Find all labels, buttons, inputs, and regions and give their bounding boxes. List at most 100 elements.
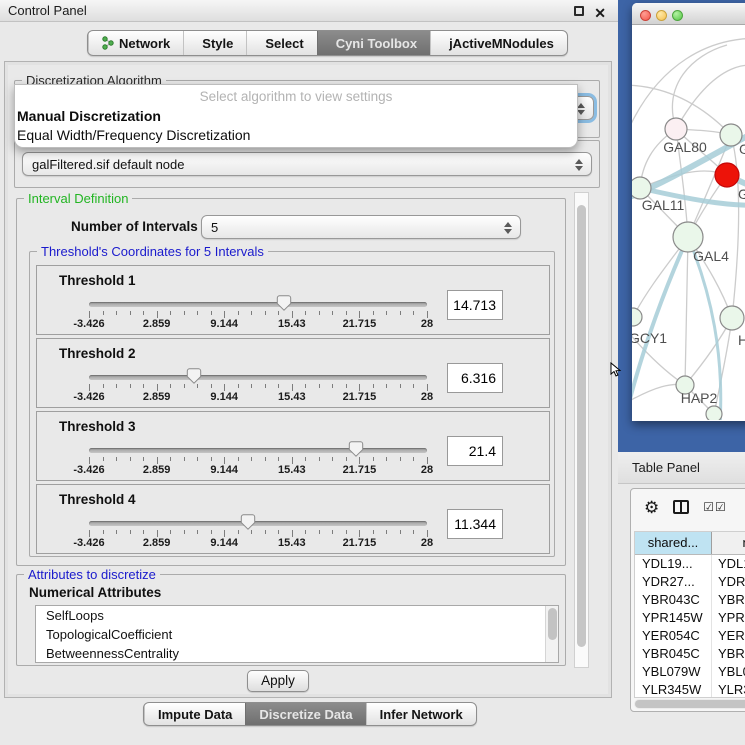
threshold-value-input[interactable] <box>447 290 503 320</box>
network-edge[interactable] <box>672 45 727 129</box>
cell-name[interactable]: YDR2 <box>712 573 745 591</box>
threshold-value-input[interactable] <box>447 363 503 393</box>
slider-track[interactable] <box>89 302 427 307</box>
network-svg[interactable]: GAL80GAGGAL11GAL4GCY1HHAP2 <box>632 25 745 420</box>
table-row[interactable]: YDR27... YDR2 <box>635 573 745 591</box>
column-header-shared-name[interactable]: shared... <box>635 532 712 554</box>
attribute-item[interactable]: TopologicalCoefficient <box>36 625 558 644</box>
slider-thumb[interactable] <box>186 368 201 384</box>
cell-name[interactable]: YBR0 <box>712 645 745 663</box>
network-node-label: H <box>738 332 745 348</box>
network-node[interactable] <box>720 306 744 330</box>
slider-track[interactable] <box>89 521 427 526</box>
control-panel-tab[interactable]: Style <box>183 31 246 55</box>
column-header-name[interactable]: na <box>712 532 745 554</box>
number-of-intervals-select[interactable]: 5 <box>201 215 521 239</box>
threshold-slider[interactable]: -3.426 2.859 9.144 15.43 21.715 <box>89 369 427 403</box>
tick-mark <box>197 457 198 461</box>
close-traffic-light[interactable] <box>640 10 651 21</box>
tick-mark <box>211 384 212 388</box>
numerical-attributes-list[interactable]: SelfLoops TopologicalCoefficient Between… <box>35 605 559 663</box>
cell-name[interactable]: YLR3 <box>712 681 745 698</box>
threshold-value-input[interactable] <box>447 436 503 466</box>
slider-track[interactable] <box>89 448 427 453</box>
close-icon[interactable]: ✕ <box>594 2 606 24</box>
control-panel-tab[interactable]: Cyni Toolbox <box>317 31 430 55</box>
algorithm-option[interactable]: Equal Width/Frequency Discretization <box>15 126 577 145</box>
threshold-slider[interactable]: -3.426 2.859 9.144 15.43 21.715 <box>89 296 427 330</box>
attribute-item[interactable]: SelfLoops <box>36 606 558 625</box>
cyni-bottom-tab[interactable]: Impute Data <box>144 703 245 725</box>
tick-mark <box>211 311 212 315</box>
tick-mark <box>292 384 293 391</box>
cell-name[interactable]: YPR1 <box>712 609 745 627</box>
network-node[interactable] <box>715 163 739 187</box>
network-window-titlebar[interactable] <box>632 3 745 25</box>
tick-label: 21.715 <box>343 537 377 549</box>
cell-shared-name[interactable]: YLR345W <box>635 681 712 698</box>
cyni-bottom-tab[interactable]: Discretize Data <box>245 703 365 725</box>
attribute-item[interactable]: BetweennessCentrality <box>36 644 558 663</box>
threshold-slider[interactable]: -3.426 2.859 9.144 15.43 21.715 <box>89 442 427 476</box>
network-edge[interactable] <box>685 237 688 385</box>
table-row[interactable]: YBL079W YBL0 <box>635 663 745 681</box>
cell-name[interactable]: YBL0 <box>712 663 745 681</box>
tick-mark <box>238 311 239 315</box>
apply-button[interactable]: Apply <box>247 670 309 692</box>
minimize-traffic-light[interactable] <box>656 10 667 21</box>
table-data-select[interactable]: galFiltered.sif default node <box>22 152 592 176</box>
network-node[interactable] <box>632 308 642 326</box>
settings-gear-icon[interactable]: ⚙ <box>644 499 659 516</box>
control-panel-tab[interactable]: Select <box>246 31 316 55</box>
tick-mark <box>265 311 266 315</box>
cell-shared-name[interactable]: YDR27... <box>635 573 712 591</box>
tick-mark <box>373 530 374 534</box>
control-panel-tab[interactable]: Network <box>88 31 183 55</box>
attributes-list-scrollbar-thumb[interactable] <box>548 608 557 640</box>
table-row[interactable]: YER054C YER0 <box>635 627 745 645</box>
cyni-bottom-tab[interactable]: Infer Network <box>366 703 476 725</box>
main-vertical-scrollbar-thumb[interactable] <box>577 205 586 647</box>
table-row[interactable]: YDL19... YDL1 <box>635 555 745 573</box>
table-row[interactable]: YBR043C YBR0 <box>635 591 745 609</box>
network-node[interactable] <box>665 118 687 140</box>
float-window-icon[interactable] <box>574 6 584 16</box>
cell-name[interactable]: YER0 <box>712 627 745 645</box>
cell-name[interactable]: YDL1 <box>712 555 745 573</box>
slider-track[interactable] <box>89 375 427 380</box>
cell-shared-name[interactable]: YBR043C <box>635 591 712 609</box>
table-horizontal-scrollbar-thumb[interactable] <box>635 700 745 708</box>
attributes-list-scrollbar[interactable] <box>545 606 558 663</box>
tick-mark <box>305 384 306 388</box>
slider-thumb[interactable] <box>277 295 292 311</box>
table-header-row: shared... na <box>635 532 745 555</box>
zoom-traffic-light[interactable] <box>672 10 683 21</box>
table-horizontal-scrollbar[interactable] <box>634 699 745 709</box>
slider-thumb[interactable] <box>349 441 364 457</box>
checked-boxes-icon[interactable]: ☑☑ <box>703 501 727 513</box>
cell-shared-name[interactable]: YDL19... <box>635 555 712 573</box>
cell-name[interactable]: YBR0 <box>712 591 745 609</box>
split-columns-icon[interactable] <box>673 500 689 514</box>
tick-label: 15.43 <box>278 464 306 476</box>
slider-thumb[interactable] <box>240 514 255 530</box>
main-vertical-scrollbar[interactable] <box>574 192 589 668</box>
table-row[interactable]: YPR145W YPR1 <box>635 609 745 627</box>
algorithm-option[interactable]: Manual Discretization <box>15 107 577 126</box>
network-edge[interactable] <box>731 135 739 318</box>
threshold-value-input[interactable] <box>447 509 503 539</box>
tick-mark <box>130 530 131 534</box>
network-node[interactable] <box>632 177 651 199</box>
cell-shared-name[interactable]: YPR145W <box>635 609 712 627</box>
table-row[interactable]: YLR345W YLR3 <box>635 681 745 698</box>
tick-mark <box>305 457 306 461</box>
cell-shared-name[interactable]: YBL079W <box>635 663 712 681</box>
cell-shared-name[interactable]: YER054C <box>635 627 712 645</box>
cell-shared-name[interactable]: YBR045C <box>635 645 712 663</box>
control-panel-tab[interactable]: jActiveMNodules <box>430 31 567 55</box>
tick-label: 9.144 <box>210 318 238 330</box>
threshold-slider[interactable]: -3.426 2.859 9.144 15.43 21.715 <box>89 515 427 549</box>
table-row[interactable]: YBR045C YBR0 <box>635 645 745 663</box>
network-node[interactable] <box>706 406 722 420</box>
network-edge[interactable] <box>676 65 745 129</box>
